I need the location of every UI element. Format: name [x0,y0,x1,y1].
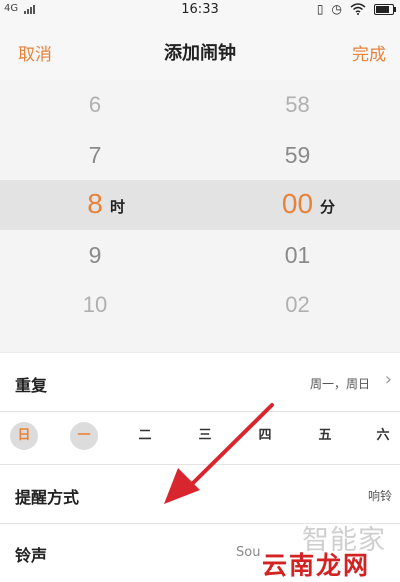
battery-icon [374,3,396,15]
minute-option[interactable]: 02 [260,292,335,318]
day-toggle-tue[interactable]: 二 [131,422,159,450]
remind-mode-label: 提醒方式 [15,488,80,507]
repeat-value: 周一，周日 [309,377,370,391]
day-toggle-mon[interactable]: 一 [70,422,98,450]
nav-bar: 取消 添加闹钟 完成 [0,20,400,80]
chevron-right-icon: › [384,369,392,390]
repeat-label: 重复 [15,376,48,395]
status-icons: ▯ ◷ [316,2,396,16]
alarm-icon: ◷ [331,2,342,16]
wifi-icon [350,3,366,15]
watermark-bottom: 云南龙网 [262,551,371,580]
minute-option[interactable]: 01 [260,242,335,269]
hour-option[interactable]: 10 [60,292,130,318]
day-toggle-thu[interactable]: 四 [251,422,279,450]
hour-option[interactable]: 9 [60,242,130,269]
time-picker: 6 7 8 9 10 时 58 59 00 01 02 分 [0,80,400,352]
minute-option[interactable]: 58 [260,92,335,118]
remind-mode-row[interactable]: 提醒方式 响铃 [0,465,400,524]
ringtone-label: 铃声 [15,546,48,565]
day-toggle-sat[interactable]: 六 [369,422,397,450]
page-title: 添加闹钟 [164,43,236,64]
vibrate-icon: ▯ [316,2,324,16]
status-bar: 4G 16:33 ▯ ◷ [0,0,400,20]
day-toggle-wed[interactable]: 三 [191,422,219,450]
minute-option[interactable]: 59 [260,142,335,169]
day-toggle-fri[interactable]: 五 [311,422,339,450]
repeat-row[interactable]: 重复 周一，周日 › [0,353,400,412]
day-toggle-sun[interactable]: 日 [10,422,38,450]
remind-mode-value: 响铃 [367,489,392,503]
hour-option[interactable]: 7 [60,142,130,169]
weekday-selector: 日 一 二 三 四 五 六 [0,412,400,465]
hour-option[interactable]: 6 [60,92,130,118]
ringtone-value: Sou [236,545,261,560]
minute-unit-label: 分 [320,198,336,216]
hour-unit-label: 时 [110,198,126,216]
done-button[interactable]: 完成 [352,40,386,65]
